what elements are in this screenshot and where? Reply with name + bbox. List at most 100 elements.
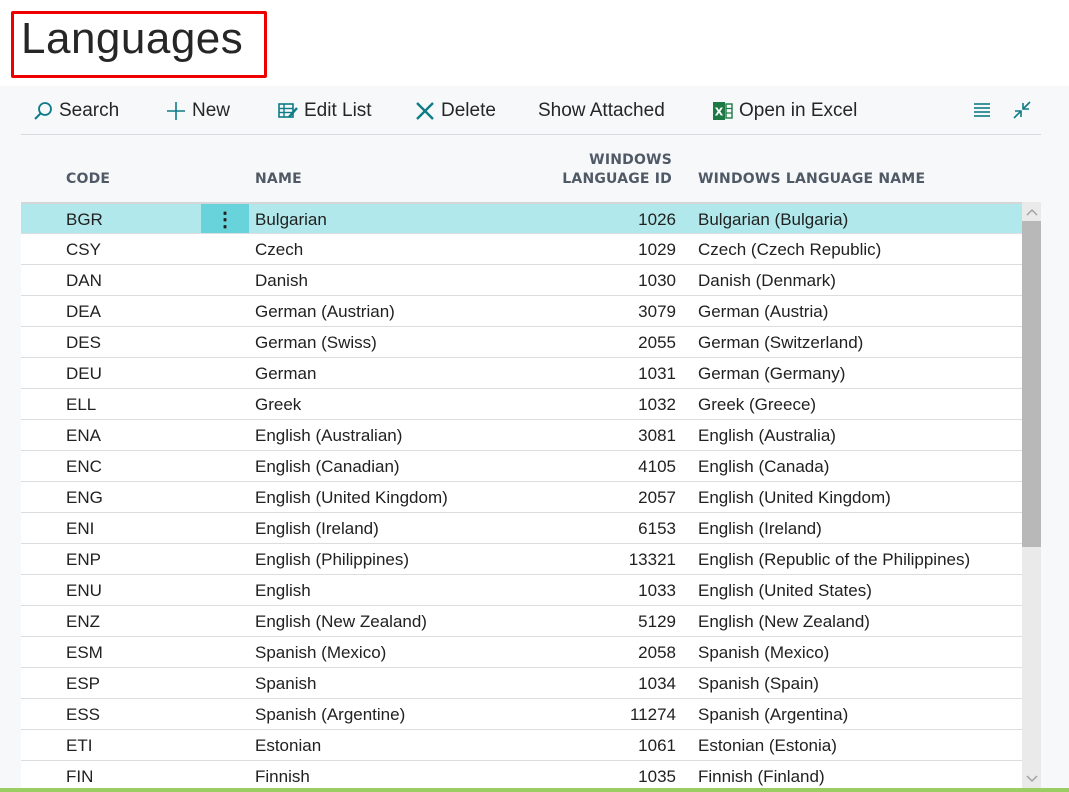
- cell-code[interactable]: ENZ: [66, 612, 100, 632]
- cell-name: English (Canadian): [255, 457, 400, 476]
- cell-code[interactable]: ENI: [66, 519, 94, 539]
- cell-name: Bulgarian: [255, 210, 327, 229]
- cell-name: English (New Zealand): [255, 612, 427, 631]
- edit-list-icon: [278, 103, 298, 118]
- table-row[interactable]: ENZ English (New Zealand) 5129 English (New…: [21, 605, 1022, 636]
- cell-windows-language-id: 1032: [638, 395, 676, 414]
- cell-windows-language-id: 4105: [638, 457, 676, 476]
- excel-icon: X: [713, 102, 733, 120]
- cell-code[interactable]: DAN: [66, 271, 102, 291]
- table-row[interactable]: DEU German 1031 German (Germany): [21, 357, 1022, 388]
- scroll-up-button[interactable]: [1022, 202, 1041, 221]
- table-row[interactable]: BGR Bulgarian 1026 Bulgarian (Bulgaria) ⋮: [21, 202, 1022, 234]
- table-body: BGR Bulgarian 1026 Bulgarian (Bulgaria) ⋮ CSY…: [21, 202, 1022, 791]
- cell-windows-language-id: 1061: [638, 736, 676, 755]
- edit-list-button[interactable]: Edit List: [278, 98, 372, 124]
- column-header-name[interactable]: NAME: [255, 170, 302, 189]
- cell-windows-language-name: Greek (Greece): [698, 395, 817, 414]
- cell-name: Finnish: [255, 767, 310, 786]
- cell-name: Spanish (Argentine): [255, 705, 406, 724]
- table-row[interactable]: CSY Czech 1029 Czech (Czech Republic): [21, 233, 1022, 264]
- row-actions-menu-button[interactable]: ⋮: [201, 204, 249, 234]
- cell-windows-language-id: 2055: [638, 333, 676, 352]
- new-button[interactable]: New: [166, 98, 230, 124]
- scroll-thumb[interactable]: [1022, 221, 1041, 547]
- table-row[interactable]: ELL Greek 1032 Greek (Greece): [21, 388, 1022, 419]
- table-row[interactable]: ENC English (Canadian) 4105 English (Canada…: [21, 450, 1022, 481]
- cell-windows-language-id: 1031: [638, 364, 676, 383]
- collapse-button[interactable]: [1012, 100, 1032, 124]
- chevron-up-icon: [1026, 208, 1037, 215]
- cell-code[interactable]: ETI: [66, 736, 92, 756]
- table-row[interactable]: ESP Spanish 1034 Spanish (Spain): [21, 667, 1022, 698]
- table-row[interactable]: ENG English (United Kingdom) 2057 English (…: [21, 481, 1022, 512]
- table-row[interactable]: ETI Estonian 1061 Estonian (Estonia): [21, 729, 1022, 760]
- cell-code[interactable]: CSY: [66, 240, 101, 260]
- cell-code[interactable]: ENA: [66, 426, 101, 446]
- cell-name: German (Austrian): [255, 302, 395, 321]
- table-row[interactable]: ENU English 1033 English (United States): [21, 574, 1022, 605]
- cell-windows-language-name: English (New Zealand): [698, 612, 870, 631]
- cell-windows-language-id: 13321: [628, 550, 676, 569]
- cell-code[interactable]: ELL: [66, 395, 96, 415]
- open-in-excel-label: Open in Excel: [739, 100, 858, 121]
- cell-name: Greek: [255, 395, 302, 414]
- cell-name: German (Swiss): [255, 333, 377, 352]
- search-button[interactable]: Search: [33, 98, 119, 124]
- cell-windows-language-id: 1029: [638, 240, 676, 259]
- cell-code[interactable]: BGR: [66, 210, 103, 230]
- cell-windows-language-name: Spanish (Spain): [698, 674, 819, 693]
- table-row[interactable]: ESS Spanish (Argentine) 11274 Spanish (Arge…: [21, 698, 1022, 729]
- cell-code[interactable]: DES: [66, 333, 101, 353]
- table-row[interactable]: FIN Finnish 1035 Finnish (Finland): [21, 760, 1022, 791]
- delete-button[interactable]: Delete: [415, 98, 496, 124]
- list-view-button[interactable]: [973, 100, 991, 122]
- column-header-code[interactable]: CODE: [66, 170, 110, 189]
- table-row[interactable]: DAN Danish 1030 Danish (Denmark): [21, 264, 1022, 295]
- show-attached-label: Show Attached: [538, 100, 665, 121]
- cell-code[interactable]: DEU: [66, 364, 102, 384]
- cell-windows-language-name: English (United States): [698, 581, 872, 600]
- cell-code[interactable]: ENP: [66, 550, 101, 570]
- cell-code[interactable]: FIN: [66, 767, 93, 787]
- table-row[interactable]: ESM Spanish (Mexico) 2058 Spanish (Mexico): [21, 636, 1022, 667]
- bottom-edge-strip: [0, 788, 1069, 792]
- column-header-windows-language-name[interactable]: WINDOWS LANGUAGE NAME: [698, 170, 925, 189]
- cell-windows-language-name: English (United Kingdom): [698, 488, 891, 507]
- scroll-down-button[interactable]: [1022, 769, 1041, 788]
- cell-windows-language-name: Bulgarian (Bulgaria): [698, 210, 849, 229]
- cell-code[interactable]: ENU: [66, 581, 102, 601]
- column-header-windows-language-id[interactable]: WINDOWS LANGUAGE ID: [562, 151, 672, 189]
- cell-code[interactable]: ESP: [66, 674, 100, 694]
- table-row[interactable]: ENP English (Philippines) 13321 English (Re…: [21, 543, 1022, 574]
- search-icon: [34, 102, 52, 120]
- vertical-scrollbar[interactable]: [1022, 202, 1041, 792]
- cell-windows-language-id: 3079: [638, 302, 676, 321]
- show-attached-button[interactable]: Show Attached: [538, 98, 665, 124]
- cell-windows-language-id: 6153: [638, 519, 676, 538]
- cell-windows-language-name: German (Germany): [698, 364, 846, 383]
- table-row[interactable]: ENI English (Ireland) 6153 English (Ireland…: [21, 512, 1022, 543]
- cell-windows-language-id: 11274: [629, 705, 676, 724]
- search-label: Search: [59, 100, 120, 121]
- new-label: New: [192, 100, 231, 121]
- cell-windows-language-name: Finnish (Finland): [698, 767, 825, 786]
- cell-code[interactable]: DEA: [66, 302, 101, 322]
- cell-windows-language-id: 1030: [638, 271, 676, 290]
- cell-windows-language-id: 2057: [638, 488, 676, 507]
- open-in-excel-button[interactable]: X Open in Excel: [713, 98, 857, 124]
- cell-code[interactable]: ENG: [66, 488, 103, 508]
- cell-windows-language-name: Estonian (Estonia): [698, 736, 837, 755]
- cell-name: Estonian: [255, 736, 322, 755]
- table-row[interactable]: DES German (Swiss) 2055 German (Switzerland…: [21, 326, 1022, 357]
- vertical-ellipsis-icon: ⋮: [215, 208, 235, 231]
- cell-code[interactable]: ESS: [66, 705, 100, 725]
- cell-windows-language-name: Spanish (Argentina): [698, 705, 849, 724]
- cell-windows-language-id: 1033: [638, 581, 676, 600]
- cell-name: Spanish (Mexico): [255, 643, 387, 662]
- table-row[interactable]: DEA German (Austrian) 3079 German (Austria): [21, 295, 1022, 326]
- cell-code[interactable]: ESM: [66, 643, 103, 663]
- cell-code[interactable]: ENC: [66, 457, 102, 477]
- cell-windows-language-name: English (Canada): [698, 457, 830, 476]
- table-row[interactable]: ENA English (Australian) 3081 English (Aust…: [21, 419, 1022, 450]
